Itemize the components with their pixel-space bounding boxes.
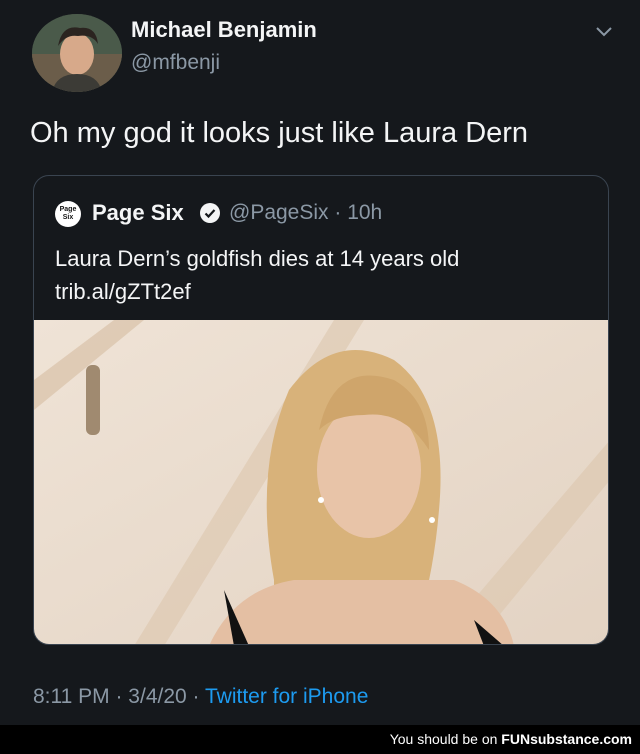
author-avatar[interactable] bbox=[32, 14, 122, 92]
quoted-author-name: Page Six bbox=[92, 200, 184, 225]
photo-laura-dern bbox=[34, 320, 608, 644]
watermark-text: You should be on FUNsubstance.com bbox=[390, 731, 632, 747]
page-six-logo: Page Six bbox=[55, 201, 81, 227]
tweet-text: Oh my god it looks just like Laura Dern bbox=[30, 117, 529, 149]
quoted-tweet[interactable]: Page Six Page Six @PageSix · 10h Laura D… bbox=[33, 175, 609, 645]
chevron-down-icon[interactable] bbox=[594, 24, 614, 38]
quoted-tweet-text: Laura Dern’s goldfish dies at 14 years o… bbox=[55, 246, 460, 304]
watermark-prefix: You should be on bbox=[389, 731, 502, 747]
verified-badge-icon bbox=[200, 203, 220, 223]
author-handle[interactable]: @mfbenji bbox=[131, 51, 220, 75]
tweet-timestamp[interactable]: 8:11 PM · 3/4/20 · bbox=[33, 685, 205, 708]
quoted-tweet-image[interactable] bbox=[34, 320, 608, 644]
author-name[interactable]: Michael Benjamin bbox=[131, 17, 317, 43]
avatar-photo bbox=[32, 14, 122, 92]
watermark-brand[interactable]: FUNsubstance.com bbox=[501, 731, 632, 747]
tweet-source-link[interactable]: Twitter for iPhone bbox=[205, 685, 368, 708]
quoted-handle-time: @PageSix · 10h bbox=[229, 201, 383, 224]
watermark-footer: You should be on FUNsubstance.com bbox=[0, 725, 640, 754]
tweet-card: Michael Benjamin @mfbenji Oh my god it l… bbox=[0, 0, 640, 725]
tweet-meta: 8:11 PM · 3/4/20 · Twitter for iPhone bbox=[33, 685, 368, 709]
